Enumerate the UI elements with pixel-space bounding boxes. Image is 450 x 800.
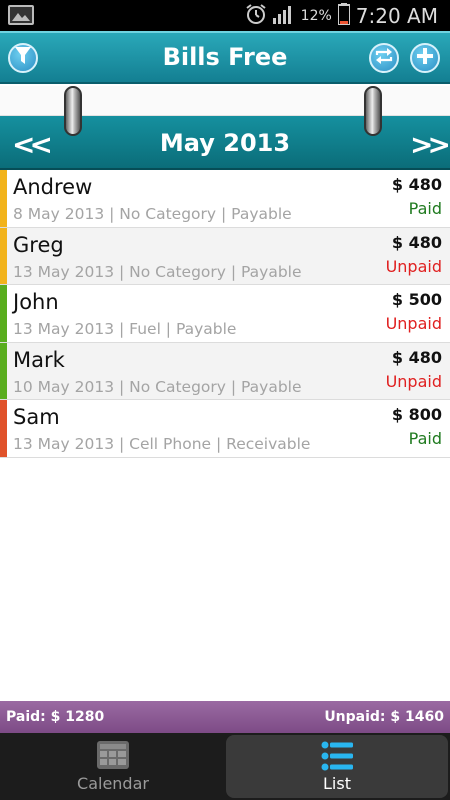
clock: 7:20 AM: [355, 3, 438, 28]
status-right: 12% 7:20 AM: [245, 0, 438, 31]
bill-name: Sam: [13, 405, 60, 429]
bill-name: Greg: [13, 232, 64, 257]
bill-meta: 10 May 2013 | No Category | Payable: [13, 377, 302, 396]
bill-name: John: [13, 290, 59, 314]
add-icon: [417, 48, 433, 68]
status-bar: 12% 7:20 AM: [0, 0, 450, 31]
alarm-icon: [245, 3, 267, 29]
category-color-bar: [0, 285, 7, 342]
add-bill-button[interactable]: [410, 43, 440, 73]
bill-status: Unpaid: [385, 314, 442, 333]
bill-list: Andrew 8 May 2013 | No Category | Payabl…: [0, 170, 450, 458]
tab-label: List: [323, 774, 351, 793]
bill-row[interactable]: Sam 13 May 2013 | Cell Phone | Receivabl…: [0, 400, 450, 458]
unpaid-total: Unpaid: $ 1460: [324, 709, 444, 725]
bill-row[interactable]: John 13 May 2013 | Fuel | Payable $ 500 …: [0, 285, 450, 343]
category-color-bar: [0, 400, 7, 457]
signal-icon: [272, 4, 295, 28]
bill-row[interactable]: Andrew 8 May 2013 | No Category | Payabl…: [0, 170, 450, 228]
bill-meta: 13 May 2013 | No Category | Payable: [13, 262, 302, 281]
bill-row[interactable]: Greg 13 May 2013 | No Category | Payable…: [0, 227, 450, 285]
bill-name: Andrew: [13, 175, 93, 199]
app-screen: 12% 7:20 AM Bills Free << May 2013 >> An…: [0, 0, 450, 800]
bottom-tab-bar: Calendar List: [0, 733, 450, 800]
battery-icon: [336, 2, 351, 29]
bill-amount: $ 800: [391, 405, 442, 424]
bill-status: Paid: [408, 429, 442, 448]
bill-meta: 13 May 2013 | Fuel | Payable: [13, 320, 237, 338]
bill-meta: 8 May 2013 | No Category | Payable: [13, 205, 292, 223]
app-header: Bills Free: [0, 31, 450, 84]
category-color-bar: [0, 227, 7, 284]
battery-percent: 12%: [300, 7, 332, 24]
bill-amount: $ 480: [391, 175, 442, 194]
paid-total: Paid: $ 1280: [6, 709, 105, 725]
tab-label: Calendar: [77, 774, 149, 793]
tab-calendar[interactable]: Calendar: [2, 735, 224, 798]
bill-status: Unpaid: [385, 371, 442, 391]
sync-button[interactable]: [369, 43, 399, 73]
bill-amount: $ 500: [391, 290, 442, 309]
tab-list[interactable]: List: [226, 735, 448, 798]
bill-amount: $ 480: [391, 347, 442, 367]
bill-status: Unpaid: [385, 256, 442, 276]
totals-bar: Paid: $ 1280 Unpaid: $ 1460: [0, 701, 450, 733]
binder-ring-icon: [364, 86, 382, 136]
bill-meta: 13 May 2013 | Cell Phone | Receivable: [13, 435, 311, 453]
binder-ring-icon: [64, 86, 82, 136]
gallery-notification-icon: [8, 5, 34, 25]
next-month-button[interactable]: >>: [410, 128, 450, 161]
category-color-bar: [0, 342, 7, 399]
category-color-bar: [0, 170, 7, 227]
bill-row[interactable]: Mark 10 May 2013 | No Category | Payable…: [0, 342, 450, 400]
bill-name: Mark: [13, 347, 65, 372]
bill-amount: $ 480: [391, 232, 442, 252]
calendar-grid-icon: [97, 741, 129, 773]
list-icon: [321, 741, 353, 775]
sync-icon: [375, 48, 393, 68]
bill-status: Paid: [408, 199, 442, 218]
